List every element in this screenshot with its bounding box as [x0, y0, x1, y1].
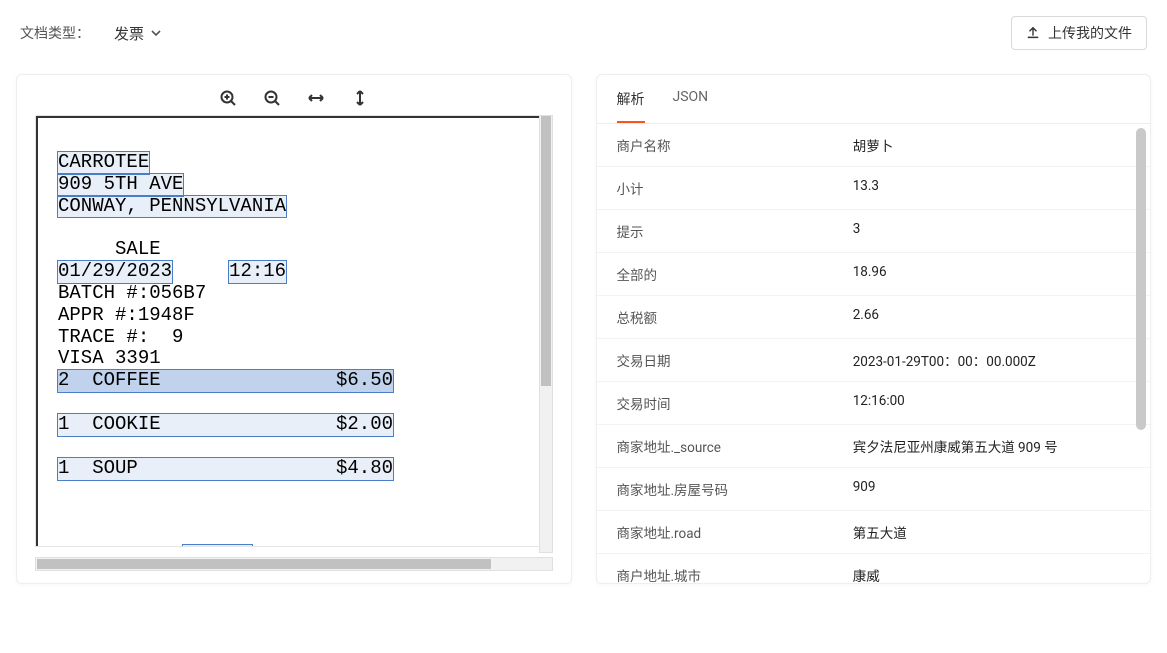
- upload-label: 上传我的文件: [1048, 23, 1132, 43]
- kv-value: 3: [853, 221, 1130, 241]
- top-bar: 文档类型： 发票 上传我的文件: [16, 16, 1151, 50]
- kv-key: 小计: [617, 178, 853, 198]
- scrollbar-vertical[interactable]: [539, 115, 553, 553]
- kv-value: 909: [853, 479, 1130, 499]
- doc-type-select[interactable]: 发票: [114, 23, 162, 44]
- upload-button[interactable]: 上传我的文件: [1011, 16, 1147, 50]
- tab-json[interactable]: JSON: [673, 89, 709, 123]
- doc-type-value: 发票: [114, 23, 144, 44]
- kv-value: 康威: [853, 565, 1130, 583]
- ocr-box-date[interactable]: 01/29/2023: [58, 261, 172, 283]
- kv-key: 商户地址.城市: [617, 565, 853, 583]
- ocr-box-item-2[interactable]: 1 SOUP$4.80: [58, 458, 393, 480]
- upload-icon: [1026, 26, 1040, 40]
- sale-label: SALE: [115, 238, 161, 260]
- kv-row: 商家地址.road第五大道: [597, 511, 1151, 554]
- kv-row: 小计13.3: [597, 167, 1151, 210]
- kv-row: 商户地址.城市康威: [597, 554, 1151, 583]
- ocr-box-addr2[interactable]: CONWAY, PENNSYLVANIA: [58, 196, 286, 218]
- kv-key: 商家地址.房屋号码: [617, 479, 853, 499]
- tab-parse[interactable]: 解析: [617, 89, 645, 123]
- kv-key: 商户名称: [617, 135, 853, 155]
- kv-value: 第五大道: [853, 522, 1130, 542]
- kv-key: 商家地址.road: [617, 522, 853, 542]
- panels: CARROTEE 909 5TH AVE CONWAY, PENNSYLVANI…: [16, 74, 1151, 584]
- zoom-out-icon: [263, 89, 281, 107]
- kv-value: 13.3: [853, 178, 1130, 198]
- kv-row: 全部的18.96: [597, 253, 1151, 296]
- kv-key: 商家地址._source: [617, 436, 853, 456]
- document-canvas: CARROTEE 909 5TH AVE CONWAY, PENNSYLVANI…: [36, 116, 553, 547]
- chevron-down-icon: [150, 27, 162, 39]
- ocr-box-addr1[interactable]: 909 5TH AVE: [58, 174, 183, 196]
- kv-key: 交易日期: [617, 350, 853, 370]
- card-line: VISA 3391: [58, 347, 161, 369]
- ocr-box-merchant[interactable]: CARROTEE: [58, 152, 149, 174]
- ocr-box-time[interactable]: 12:16: [229, 261, 286, 283]
- kv-row: 商家地址.房屋号码909: [597, 468, 1151, 511]
- zoom-out-button[interactable]: [261, 87, 283, 109]
- kv-row: 商户名称胡萝卜: [597, 124, 1151, 167]
- batch-line: BATCH #:056B7: [58, 282, 206, 304]
- ocr-box-item-1[interactable]: 1 COOKIE$2.00: [58, 414, 393, 436]
- scrollbar-horizontal[interactable]: [35, 557, 553, 571]
- kv-key: 总税额: [617, 307, 853, 327]
- kv-value: 宾夕法尼亚州康威第五大道 909 号: [853, 436, 1130, 456]
- kv-row: 总税额2.66: [597, 296, 1151, 339]
- results-panel: 解析 JSON 商户名称胡萝卜小计13.3提示3全部的18.96总税额2.66交…: [596, 74, 1152, 584]
- kv-row: 交易日期2023-01-29T00：00：00.000Z: [597, 339, 1151, 382]
- doc-type-label: 文档类型：: [20, 23, 90, 43]
- kv-value: 18.96: [853, 264, 1130, 284]
- kv-row: 提示3: [597, 210, 1151, 253]
- scrollbar-thumb-v[interactable]: [541, 116, 551, 386]
- zoom-toolbar: [17, 75, 571, 115]
- tabs: 解析 JSON: [597, 75, 1151, 124]
- kv-value: 12:16:00: [853, 393, 1130, 413]
- kv-value: 2023-01-29T00：00：00.000Z: [853, 350, 1130, 370]
- kv-key: 提示: [617, 221, 853, 241]
- arrows-horizontal-icon: [307, 89, 325, 107]
- fit-height-button[interactable]: [349, 87, 371, 109]
- kv-value: 2.66: [853, 307, 1130, 327]
- kv-row: 交易时间12:16:00: [597, 382, 1151, 425]
- scrollbar-right-thumb[interactable]: [1136, 128, 1146, 430]
- zoom-in-button[interactable]: [217, 87, 239, 109]
- arrows-vertical-icon: [351, 89, 369, 107]
- parsed-list[interactable]: 商户名称胡萝卜小计13.3提示3全部的18.96总税额2.66交易日期2023-…: [597, 124, 1151, 583]
- scrollbar-thumb-h[interactable]: [37, 559, 491, 569]
- trace-line: TRACE #: 9: [58, 326, 183, 348]
- appr-line: APPR #:1948F: [58, 304, 195, 326]
- ocr-box-subtotal[interactable]: $13.30: [183, 545, 251, 547]
- subtotal-label: SUBTOTAL:: [58, 544, 161, 547]
- zoom-in-icon: [219, 89, 237, 107]
- scrollbar-right[interactable]: [1136, 128, 1146, 579]
- kv-key: 全部的: [617, 264, 853, 284]
- document-panel: CARROTEE 909 5TH AVE CONWAY, PENNSYLVANI…: [16, 74, 572, 584]
- kv-key: 交易时间: [617, 393, 853, 413]
- ocr-box-item-0[interactable]: 2 COFFEE$6.50: [58, 370, 393, 392]
- doc-type-wrap: 文档类型： 发票: [20, 23, 162, 44]
- kv-value: 胡萝卜: [853, 135, 1130, 155]
- fit-width-button[interactable]: [305, 87, 327, 109]
- document-viewport[interactable]: CARROTEE 909 5TH AVE CONWAY, PENNSYLVANI…: [35, 115, 553, 547]
- kv-row: 商家地址._source宾夕法尼亚州康威第五大道 909 号: [597, 425, 1151, 468]
